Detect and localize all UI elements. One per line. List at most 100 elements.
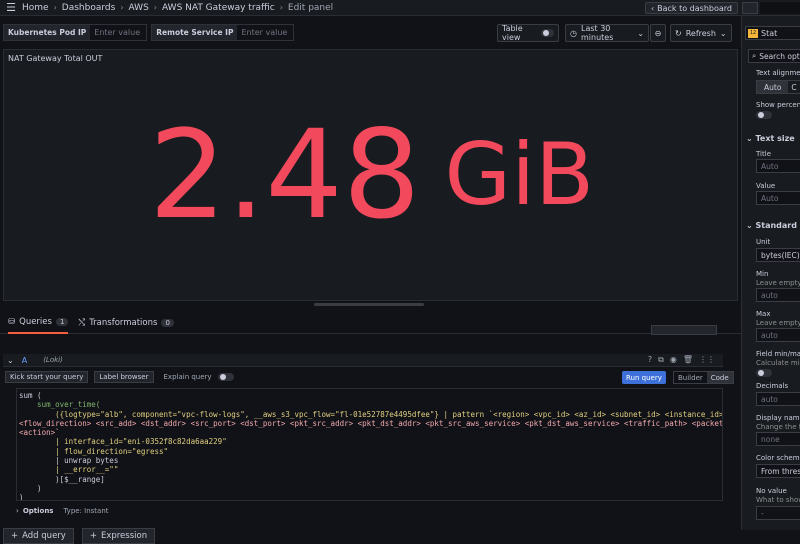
title-size-label: Title: [756, 150, 771, 158]
query-inspector-button[interactable]: [651, 325, 717, 335]
refresh-icon: ↻: [675, 29, 682, 38]
query-toolbar: Kick start your query Label browser Expl…: [3, 369, 723, 385]
visualization-picker[interactable]: 12 Stat: [745, 26, 800, 40]
code-line: )[$__range]: [19, 475, 720, 484]
stat-value: 2.48 GiB: [4, 90, 739, 260]
stat-icon: 12: [748, 29, 758, 38]
query-editor[interactable]: sum ( sum_over_time( ({logtype="alb", co…: [16, 388, 723, 501]
breadcrumb-dashboard[interactable]: AWS NAT Gateway traffic: [162, 3, 275, 13]
datasource-label: (Loki): [43, 356, 63, 364]
min-input[interactable]: auto: [756, 288, 800, 302]
align-auto-option[interactable]: Auto: [757, 81, 788, 93]
options-label: Options: [23, 507, 54, 515]
section-label: Text size: [756, 134, 795, 143]
show-percent-toggle[interactable]: [756, 111, 772, 119]
help-icon[interactable]: ?: [648, 355, 652, 365]
builder-mode[interactable]: Builder: [674, 372, 707, 383]
count-badge: 1: [56, 318, 68, 326]
value-size-input[interactable]: Auto: [756, 191, 800, 205]
explain-toggle[interactable]: [218, 373, 234, 381]
chevron-down-icon: ⌄: [637, 29, 644, 38]
save-button[interactable]: [760, 2, 800, 14]
back-label: Back to dashboard: [657, 4, 732, 13]
chevron-right-icon: ›: [280, 3, 283, 12]
menu-icon[interactable]: ☰: [0, 0, 22, 16]
panel-title: NAT Gateway Total OUT: [8, 54, 102, 63]
code-line: ): [19, 493, 720, 501]
panel-preview: NAT Gateway Total OUT 2.48 GiB: [3, 49, 738, 301]
options-search[interactable]: ⌕ Search option: [748, 49, 800, 63]
min-label: Min: [756, 270, 768, 278]
field-minmax-toggle[interactable]: [756, 369, 772, 377]
breadcrumb-aws[interactable]: AWS: [129, 3, 149, 13]
unit-label: Unit: [756, 238, 770, 246]
transform-icon: ⤭: [78, 318, 85, 328]
breadcrumb-home[interactable]: Home: [22, 3, 49, 13]
breadcrumb-current: Edit panel: [288, 3, 333, 13]
max-input[interactable]: auto: [756, 328, 800, 342]
field-minmax-hint: Calculate min m: [756, 359, 800, 367]
database-icon: ⛁: [8, 317, 15, 327]
expression-label: Expression: [101, 531, 147, 541]
top-bar: ☰ Home › Dashboards › AWS › AWS NAT Gate…: [0, 0, 800, 16]
value-size-label: Value: [756, 182, 775, 190]
breadcrumb-dashboards[interactable]: Dashboards: [62, 3, 116, 13]
code-mode[interactable]: Code: [707, 372, 733, 383]
query-ref[interactable]: A: [22, 356, 27, 365]
duplicate-icon[interactable]: ⧉: [658, 355, 664, 365]
tab-queries[interactable]: ⛁ Queries 1: [8, 312, 68, 334]
collapse-icon[interactable]: ⌄: [7, 356, 14, 365]
remote-ip-input[interactable]: Enter value: [237, 25, 293, 40]
tab-transformations[interactable]: ⤭ Transformations 0: [78, 312, 173, 334]
display-name-hint: Change the field: [756, 423, 800, 431]
stat-number: 2.48: [149, 114, 421, 236]
title-size-input[interactable]: Auto: [756, 159, 800, 173]
table-view-toggle[interactable]: Table view: [497, 24, 559, 42]
refresh-button[interactable]: ↻ Refresh ⌄: [670, 24, 732, 42]
section-label: Standard optio: [756, 221, 800, 230]
decimals-input[interactable]: auto: [756, 392, 800, 406]
pod-ip-input[interactable]: Enter value: [90, 25, 146, 40]
toggle-switch[interactable]: [541, 29, 554, 37]
code-line: ): [19, 484, 720, 493]
zoom-out-button[interactable]: ⊖: [650, 24, 666, 42]
code-line: | unwrap bytes: [19, 456, 720, 465]
no-value-label: No value: [756, 487, 787, 495]
editor-area: Kubernetes Pod IP Enter value Remote Ser…: [0, 16, 741, 530]
variable-label: Kubernetes Pod IP: [4, 25, 90, 40]
text-size-section[interactable]: ⌄ Text size: [746, 134, 795, 143]
chevron-right-icon: ›: [154, 3, 157, 12]
standard-options-section[interactable]: ⌄ Standard optio: [746, 221, 800, 230]
color-scheme-select[interactable]: From thresho: [756, 464, 800, 478]
code-line: <flow_direction> <src_add> <dst_addr> <s…: [19, 419, 720, 428]
display-name-label: Display name: [756, 414, 800, 422]
query-options[interactable]: › Options Type: Instant: [16, 505, 723, 517]
discard-button[interactable]: [742, 2, 758, 14]
trash-icon[interactable]: 🗑: [683, 355, 693, 365]
drag-icon[interactable]: ⋮⋮: [699, 355, 715, 365]
back-to-dashboard-button[interactable]: ‹ Back to dashboard: [645, 2, 738, 14]
field-minmax-label: Field min/max: [756, 350, 800, 358]
no-value-input[interactable]: -: [756, 506, 800, 520]
chevron-down-icon: ⌄: [720, 29, 727, 38]
min-hint: Leave empty to: [756, 279, 800, 287]
add-expression-button[interactable]: + Expression: [82, 528, 155, 544]
options-value: Type: Instant: [63, 507, 108, 515]
kick-start-button[interactable]: Kick start your query: [5, 371, 88, 383]
plus-icon: +: [11, 531, 18, 541]
table-view-label: Table view: [502, 24, 536, 42]
display-name-input[interactable]: none: [756, 432, 800, 446]
add-query-button[interactable]: + Add query: [3, 528, 74, 544]
eye-icon[interactable]: ◉: [670, 355, 677, 365]
variable-pod-ip: Kubernetes Pod IP Enter value: [3, 24, 147, 41]
plus-icon: +: [90, 531, 97, 541]
time-range-picker[interactable]: ◷ Last 30 minutes ⌄: [565, 24, 649, 42]
resize-handle[interactable]: [314, 303, 424, 306]
breadcrumb: Home › Dashboards › AWS › AWS NAT Gatewa…: [22, 3, 333, 13]
run-query-button[interactable]: Run query: [622, 371, 666, 384]
search-placeholder: Search option: [759, 52, 800, 61]
label-browser-button[interactable]: Label browser: [94, 371, 153, 383]
code-line: <action>`: [19, 428, 720, 437]
align-center-option[interactable]: C: [788, 81, 799, 93]
unit-select[interactable]: bytes(IEC): [756, 248, 800, 262]
